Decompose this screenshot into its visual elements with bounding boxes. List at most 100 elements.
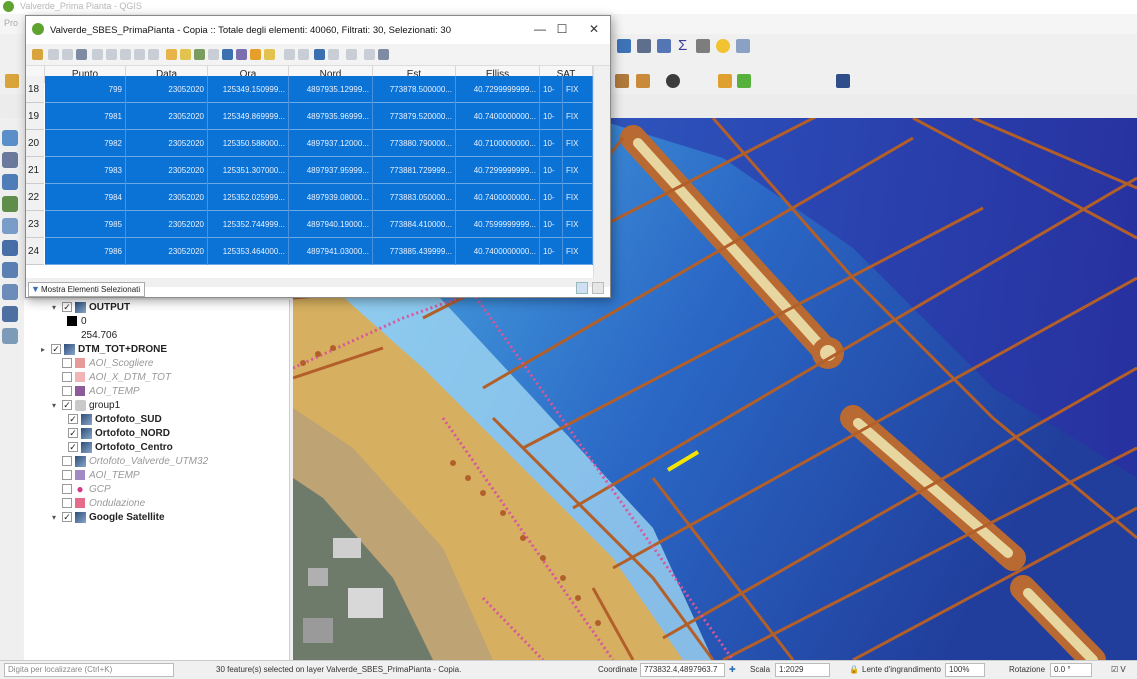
- table-cell[interactable]: 799: [45, 76, 126, 103]
- table-cell[interactable]: 773879.520000...: [373, 103, 456, 130]
- table-cell[interactable]: 125350.588000...: [208, 130, 289, 157]
- table-cell[interactable]: FIX: [563, 130, 593, 157]
- table-cell[interactable]: 10-: [540, 76, 563, 103]
- reload-icon[interactable]: [76, 49, 87, 60]
- table-cell[interactable]: 40.7599999999...: [456, 211, 540, 238]
- layer-checkbox[interactable]: [62, 498, 72, 509]
- text-annotation-icon[interactable]: [736, 39, 750, 53]
- layer-gcp[interactable]: ● GCP: [62, 483, 111, 497]
- maximize-button[interactable]: ☐: [551, 21, 573, 37]
- row-header[interactable]: 20: [26, 130, 44, 157]
- row-header[interactable]: 21: [26, 157, 44, 184]
- add-wfs-icon[interactable]: [2, 284, 18, 300]
- table-cell[interactable]: 125352.744999...: [208, 211, 289, 238]
- table-cell[interactable]: 7983: [45, 157, 126, 184]
- filter-icon[interactable]: [222, 49, 233, 60]
- layer-ondulazione[interactable]: Ondulazione: [62, 497, 145, 511]
- table-cell[interactable]: 23052020: [126, 184, 208, 211]
- plugin-icon[interactable]: [718, 74, 732, 88]
- table-cell[interactable]: 23052020: [126, 157, 208, 184]
- menu-project[interactable]: Pro: [4, 18, 18, 28]
- settings-icon[interactable]: [657, 39, 671, 53]
- table-cell[interactable]: 125351.307000...: [208, 157, 289, 184]
- layer-checkbox[interactable]: [62, 386, 72, 397]
- table-cell[interactable]: 23052020: [126, 103, 208, 130]
- render-checkbox[interactable]: ☑ V: [1111, 665, 1126, 674]
- layer-google-satellite[interactable]: ▾ ✓ Google Satellite: [52, 511, 165, 525]
- table-cell[interactable]: 7985: [45, 211, 126, 238]
- delete-field-icon[interactable]: [298, 49, 309, 60]
- toggle-edit-icon[interactable]: [32, 49, 43, 60]
- table-cell[interactable]: FIX: [563, 211, 593, 238]
- table-cell[interactable]: 40.7400000000...: [456, 184, 540, 211]
- node-tool-icon[interactable]: [615, 74, 629, 88]
- table-cell[interactable]: 125349.869999...: [208, 103, 289, 130]
- new-field-icon[interactable]: [284, 49, 295, 60]
- layer-checkbox[interactable]: [62, 470, 72, 481]
- layer-checkbox[interactable]: [62, 358, 72, 369]
- attribute-table-titlebar[interactable]: Valverde_SBES_PrimaPianta - Copia :: Tot…: [26, 16, 610, 44]
- row-header[interactable]: 18: [26, 76, 44, 103]
- new-map-icon[interactable]: [617, 39, 631, 53]
- table-cell[interactable]: 4897937.95999...: [289, 157, 373, 184]
- table-icon[interactable]: [637, 39, 651, 53]
- table-cell[interactable]: 773885.439999...: [373, 238, 456, 265]
- row-header[interactable]: 19: [26, 103, 44, 130]
- table-cell[interactable]: 4897935.12999...: [289, 76, 373, 103]
- table-cell[interactable]: 23052020: [126, 238, 208, 265]
- actions-icon[interactable]: [346, 49, 357, 60]
- table-cell[interactable]: FIX: [563, 157, 593, 184]
- list-icon[interactable]: [696, 39, 710, 53]
- table-cell[interactable]: FIX: [563, 184, 593, 211]
- layer-group1[interactable]: ▾ ✓ group1: [52, 399, 120, 413]
- locator-search-input[interactable]: Digita per localizzare (Ctrl+K): [4, 663, 174, 677]
- multi-edit-icon[interactable]: [48, 49, 59, 60]
- layer-checkbox[interactable]: ✓: [68, 414, 78, 425]
- layer-output[interactable]: ▾ ✓ OUTPUT: [52, 301, 130, 315]
- zoom-icon[interactable]: [378, 49, 389, 60]
- table-cell[interactable]: 4897937.12000...: [289, 130, 373, 157]
- table-view-icon[interactable]: [576, 282, 588, 294]
- pan-to-selection-icon[interactable]: [250, 49, 261, 60]
- save-edits-icon[interactable]: [62, 49, 73, 60]
- add-mesh-icon[interactable]: [2, 174, 18, 190]
- scale-field[interactable]: 1:2029: [775, 663, 830, 677]
- field-calculator-icon[interactable]: [314, 49, 325, 60]
- table-cell[interactable]: 10-: [540, 157, 563, 184]
- table-cell[interactable]: 40.7400000000...: [456, 103, 540, 130]
- add-postgis-icon[interactable]: [2, 240, 18, 256]
- rotation-field[interactable]: 0.0 °: [1050, 663, 1092, 677]
- select-all-icon[interactable]: [180, 49, 191, 60]
- layer-aoi-x-dtm[interactable]: AOI_X_DTM_TOT: [62, 371, 171, 385]
- add-wcs-icon[interactable]: [2, 306, 18, 322]
- layer-checkbox[interactable]: ✓: [51, 344, 61, 355]
- vertical-scrollbar[interactable]: [593, 66, 610, 278]
- table-cell[interactable]: FIX: [563, 76, 593, 103]
- magnifier-field[interactable]: 100%: [945, 663, 985, 677]
- add-delimited-icon[interactable]: [2, 196, 18, 212]
- layer-checkbox[interactable]: ✓: [68, 442, 78, 453]
- table-cell[interactable]: 7981: [45, 103, 126, 130]
- layer-ortofoto-nord[interactable]: ✓ Ortofoto_NORD: [68, 427, 170, 441]
- add-wms-icon[interactable]: [2, 262, 18, 278]
- table-cell[interactable]: 10-: [540, 103, 563, 130]
- geoprocess-icon[interactable]: [737, 74, 751, 88]
- deselect-icon[interactable]: [208, 49, 219, 60]
- layer-ortofoto-sud[interactable]: ✓ Ortofoto_SUD: [68, 413, 162, 427]
- table-cell[interactable]: 23052020: [126, 211, 208, 238]
- table-cell[interactable]: 125349.150999...: [208, 76, 289, 103]
- table-cell[interactable]: 125352.025999...: [208, 184, 289, 211]
- dock-icon[interactable]: [364, 49, 375, 60]
- layer-checkbox[interactable]: [62, 456, 72, 467]
- add-vector-icon[interactable]: [2, 130, 18, 146]
- digitize-icon[interactable]: [5, 74, 19, 88]
- form-view-icon[interactable]: [592, 282, 604, 294]
- layer-checkbox[interactable]: ✓: [62, 400, 72, 411]
- layer-checkbox[interactable]: ✓: [68, 428, 78, 439]
- cut-icon[interactable]: [120, 49, 131, 60]
- gps-icon[interactable]: [666, 74, 680, 88]
- layer-aoi-temp-2[interactable]: AOI_TEMP: [62, 469, 140, 483]
- table-cell[interactable]: 7982: [45, 130, 126, 157]
- table-cell[interactable]: 773881.729999...: [373, 157, 456, 184]
- table-cell[interactable]: 4897941.03000...: [289, 238, 373, 265]
